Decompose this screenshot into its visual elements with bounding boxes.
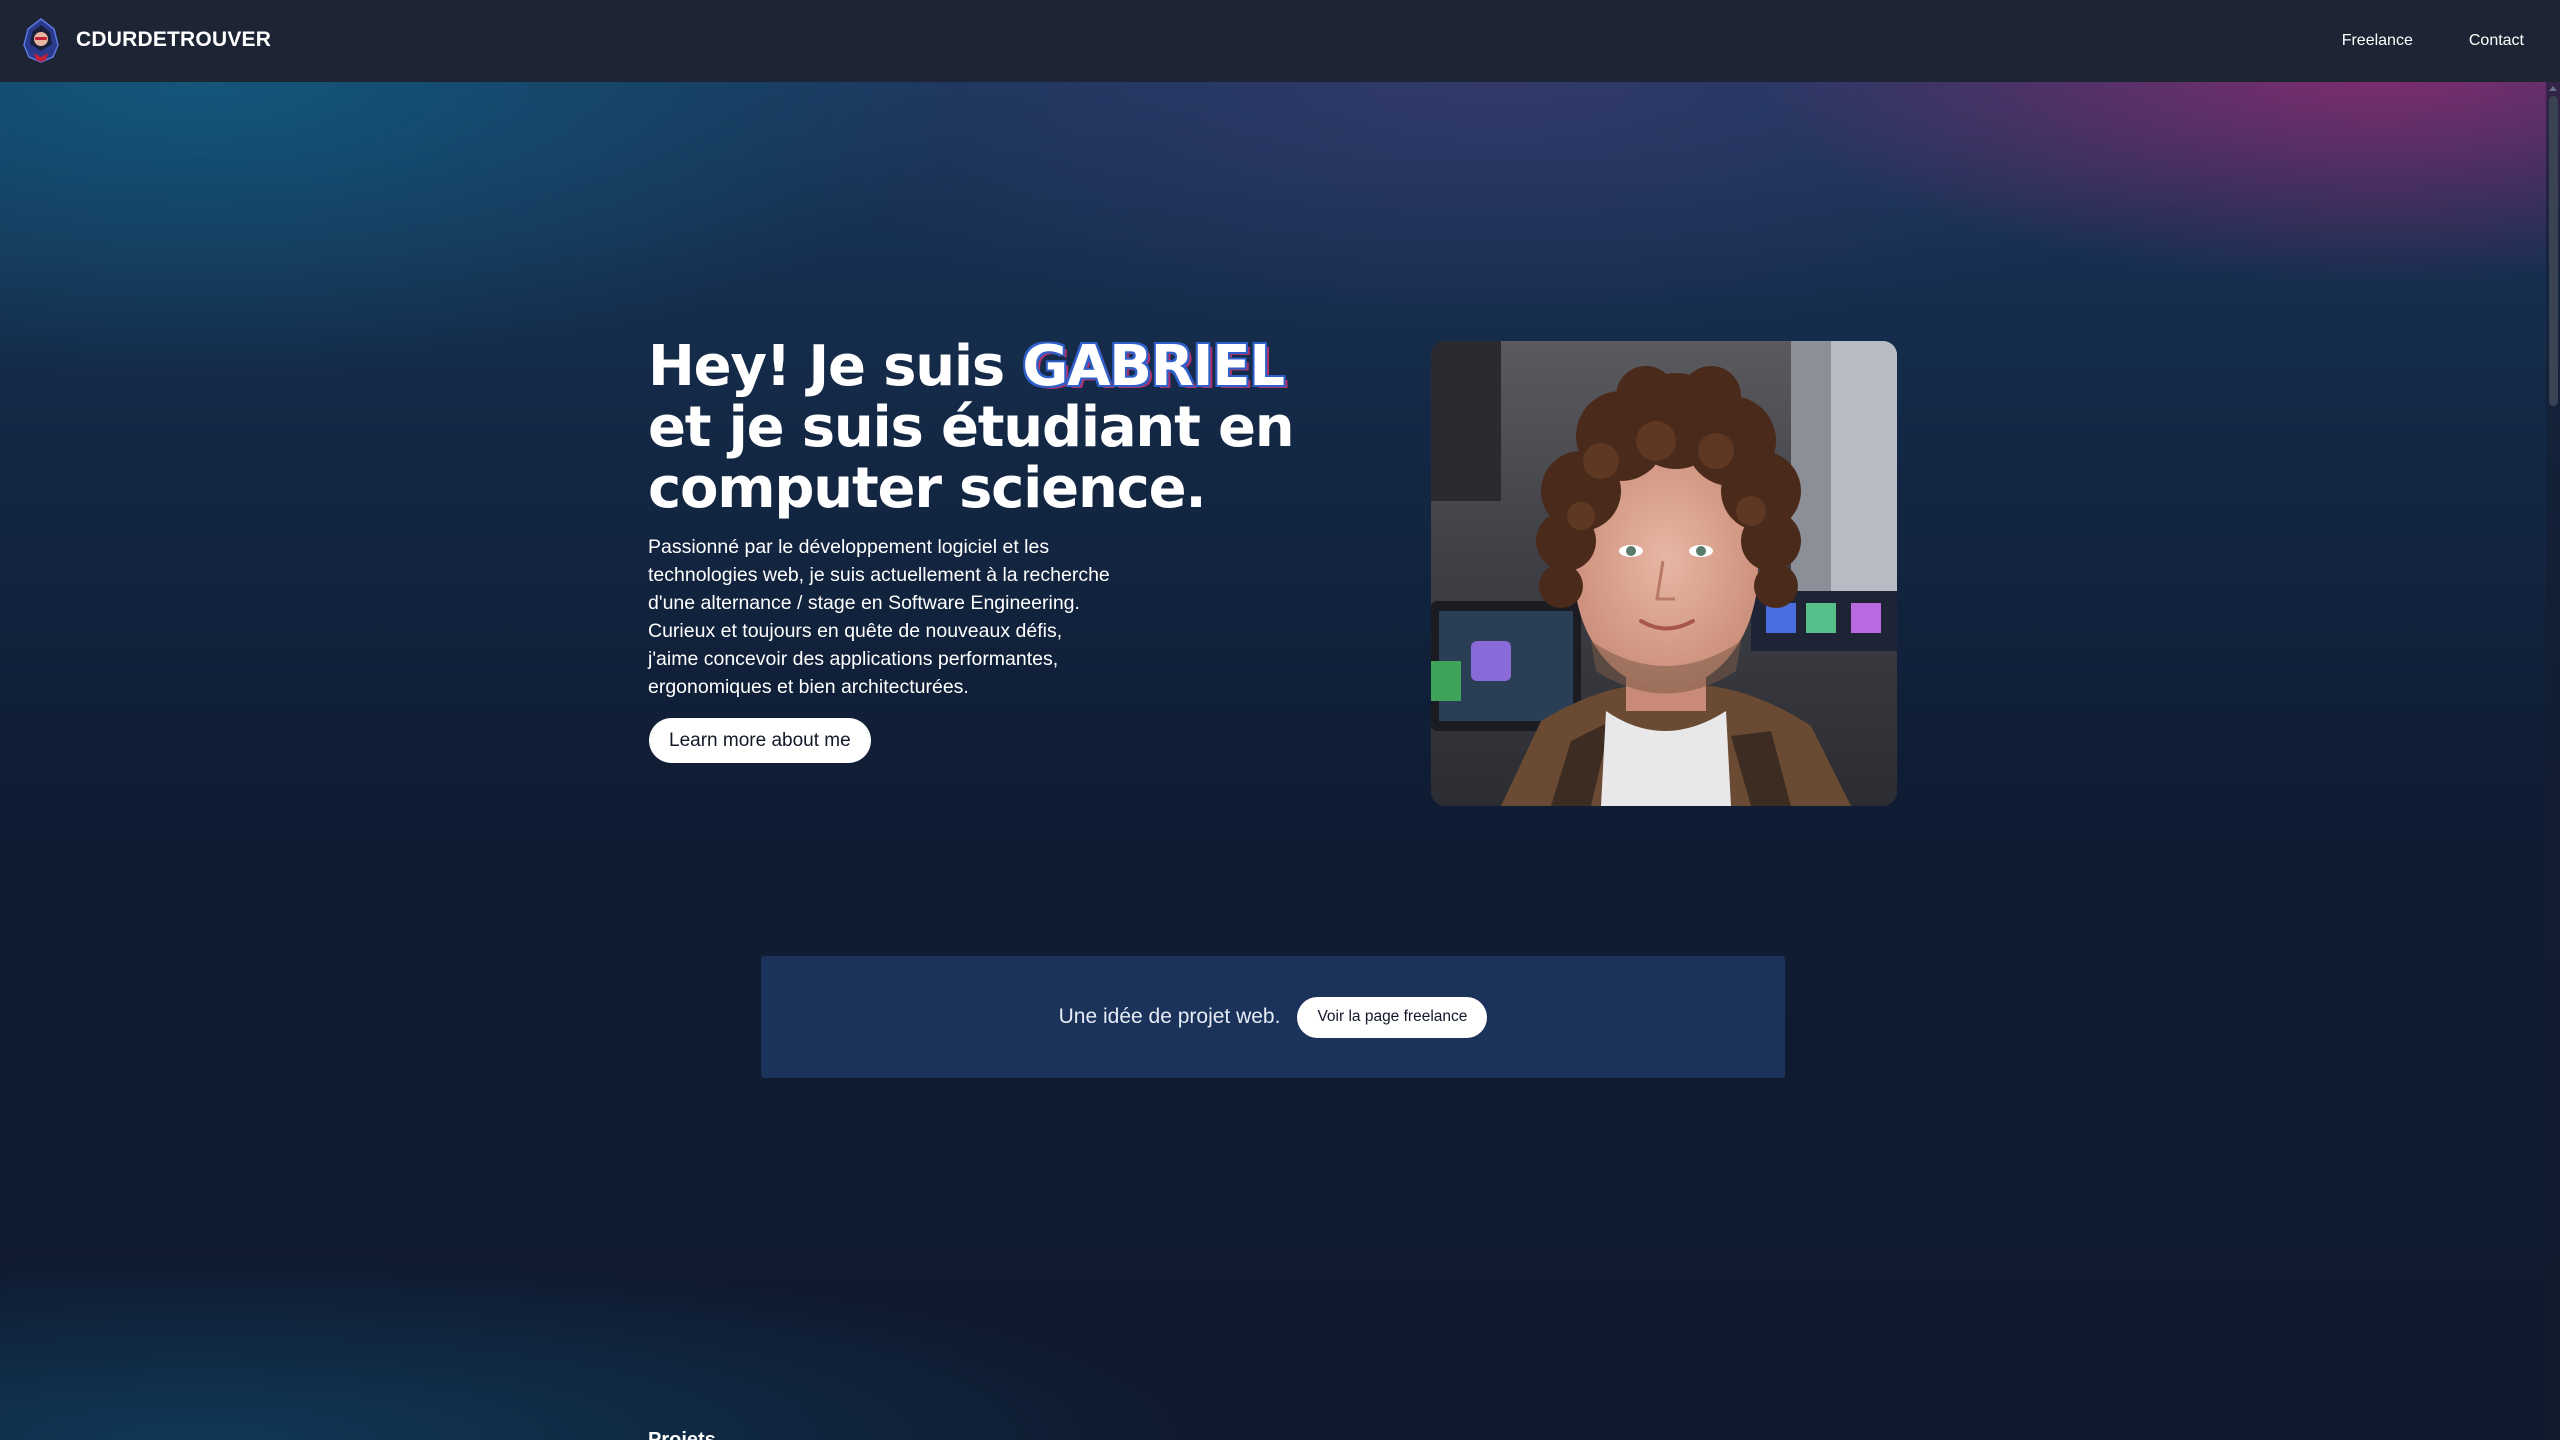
hero-title-line2: et je suis étudiant en [648,395,1295,460]
scrollbar-thumb[interactable] [2549,96,2558,406]
hero-title-prefix: Hey! Je suis [648,334,1023,399]
hero-description-line: technologies web, je suis actuellement à… [648,564,1110,586]
hero-description-line: j'aime concevoir des applications perfor… [648,648,1059,670]
hero-name-highlight: GABRIEL [1022,334,1285,399]
hero-description-line: Passionné par le développement logiciel … [648,536,1050,558]
scroll-up-arrow-icon[interactable] [2549,86,2557,91]
hero-description-line: d'une alternance / stage en Software Eng… [648,592,1080,614]
brand-link[interactable]: CDURDETROUVER [20,17,271,63]
nav-link-freelance[interactable]: Freelance [2342,32,2413,50]
hooded-avatar-logo-icon [23,18,59,63]
learn-more-button[interactable]: Learn more about me [649,718,871,763]
freelance-page-button[interactable]: Voir la page freelance [1297,996,1488,1038]
hero-title-line3: computer science. [648,456,1207,521]
page: CDURDETROUVER Freelance Contact Hey! Je … [0,0,2560,1440]
brand-name: CDURDETROUVER [76,28,272,51]
freelance-banner: Une idée de projet web. Voir la page fre… [761,956,1785,1078]
profile-photo [1431,341,1897,806]
hero-description-line: Curieux et toujours en quête de nouveaux… [648,620,1063,642]
banner-text: Une idée de projet web. [1058,1005,1281,1028]
hero-title: Hey! Je suis GABRIEL et je suis étudiant… [648,336,1368,519]
hero-description: Passionné par le développement logiciel … [648,533,1148,701]
hero-description-line: ergonomiques et bien architecturées. [648,676,969,698]
nav-link-contact[interactable]: Contact [2469,32,2524,50]
main-nav: Freelance Contact [2342,0,2524,82]
projects-section-heading: Projets [648,1429,716,1440]
top-navbar: CDURDETROUVER Freelance Contact [0,0,2560,82]
profile-photo-illustration [1431,341,1897,806]
